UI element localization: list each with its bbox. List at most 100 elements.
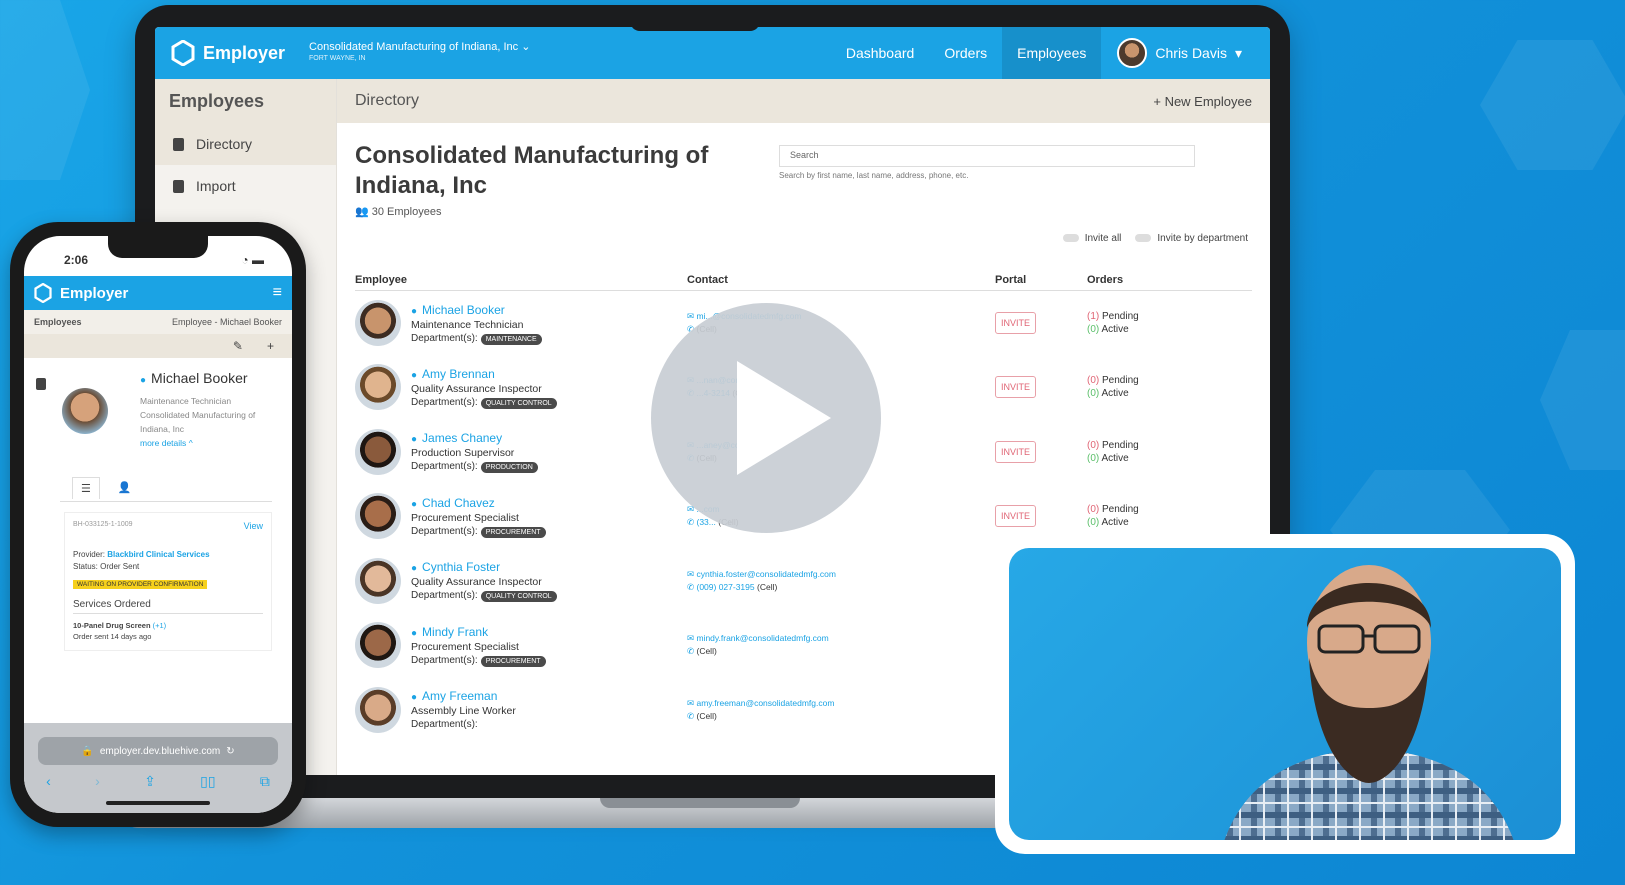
active-count[interactable]: (0) Active xyxy=(1087,323,1252,336)
top-navbar: Employer Consolidated Manufacturing of I… xyxy=(155,27,1270,79)
invite-button[interactable]: INVITE xyxy=(995,376,1037,399)
contact-info: ✉ cynthia.foster@consolidatedmfg.com ✆ (0… xyxy=(687,568,995,594)
new-employee-button[interactable]: + New Employee xyxy=(1153,94,1252,109)
bookmarks-icon[interactable]: ▯▯ xyxy=(200,773,215,790)
employee-name-link[interactable]: Amy Brennan xyxy=(411,367,557,381)
invite-by-department-label: Invite by department xyxy=(1157,233,1248,244)
pending-count[interactable]: (0) Pending xyxy=(1087,439,1252,452)
active-count[interactable]: (0) Active xyxy=(1087,516,1252,529)
employee-name-link[interactable]: Chad Chavez xyxy=(411,496,546,510)
forward-icon[interactable]: › xyxy=(95,773,100,790)
employee-dept: Department(s): PRODUCTION xyxy=(411,461,538,474)
employee-role: Production Supervisor xyxy=(411,447,515,460)
employee-name-link[interactable]: Amy Freeman xyxy=(411,689,516,703)
tab-list-icon[interactable]: ☰ xyxy=(72,476,100,499)
pending-count[interactable]: (0) Pending xyxy=(1087,503,1252,516)
pending-number: (0) xyxy=(1087,504,1100,516)
department-badge: PROCUREMENT xyxy=(480,655,546,667)
pending-count[interactable]: (1) Pending xyxy=(1087,310,1252,323)
app-logo[interactable]: Employer xyxy=(171,40,285,66)
dept-label: Department(s): xyxy=(411,332,478,344)
add-icon[interactable]: + xyxy=(267,339,274,353)
department-badge: PRODUCTION xyxy=(480,462,538,474)
sidebar-item-label: Directory xyxy=(196,136,253,152)
company-location: FORT WAYNE, IN xyxy=(309,55,366,62)
provider-name[interactable]: Blackbird Clinical Services xyxy=(107,550,209,559)
company-selector[interactable]: Consolidated Manufacturing of Indiana, I… xyxy=(309,41,530,65)
more-details-link[interactable]: more details ^ xyxy=(140,436,276,450)
active-label: Active xyxy=(1101,388,1129,400)
camera-notch xyxy=(630,5,760,31)
employee-name-link[interactable]: James Chaney xyxy=(411,431,538,445)
dept-label: Department(s): xyxy=(411,525,478,537)
invite-by-department-toggle[interactable]: Invite by department xyxy=(1135,233,1248,244)
pending-count[interactable]: (0) Pending xyxy=(1087,374,1252,387)
active-count[interactable]: (0) Active xyxy=(1087,452,1252,465)
email-text: amy.freeman@consolidatedmfg.com xyxy=(696,697,835,708)
tab-user-icon[interactable]: 👤 xyxy=(118,481,132,494)
employee-name-link[interactable]: Cynthia Foster xyxy=(411,560,557,574)
email-link[interactable]: ✉ cynthia.foster@consolidatedmfg.com xyxy=(687,568,995,581)
sidebar-item-directory[interactable]: Directory xyxy=(155,123,336,165)
order-counts: (0) Pending (0) Active xyxy=(1087,503,1252,529)
webcam-feed xyxy=(1009,548,1561,840)
employee-cell: James Chaney Production SupervisorDepartm… xyxy=(355,420,687,485)
breadcrumb-employees[interactable]: Employees xyxy=(34,317,82,327)
reload-icon[interactable]: ↻ xyxy=(226,746,234,757)
chevron-down-icon: ⌄ xyxy=(521,41,531,53)
order-sent-time: Order sent 14 days ago xyxy=(73,632,152,641)
invite-button[interactable]: INVITE xyxy=(995,312,1037,334)
order-counts: (0) Pending (0) Active xyxy=(1087,439,1252,465)
sidebar-item-import[interactable]: Import xyxy=(155,165,336,207)
phone-link[interactable]: ✆ (Cell) xyxy=(687,645,995,658)
employee-name-link[interactable]: Mindy Frank xyxy=(411,625,546,639)
search-input[interactable]: Search xyxy=(779,145,1195,167)
employee-cell: Cynthia Foster Quality Assurance Inspecto… xyxy=(355,549,687,614)
order-counts: (1) Pending (0) Active xyxy=(1087,310,1252,336)
hamburger-menu-icon[interactable]: ≡ xyxy=(273,284,282,302)
phone-link[interactable]: ✆ (Cell) xyxy=(687,710,995,723)
caret-down-icon: ▾ xyxy=(1234,44,1242,61)
invite-all-label: Invite all xyxy=(1084,233,1122,244)
employee-name-link[interactable]: Michael Booker xyxy=(411,303,542,317)
main-nav: Dashboard Orders Employees Chris Davis ▾ xyxy=(831,27,1254,79)
phone-app-name: Employer xyxy=(60,284,129,302)
sidebar-title: Employees xyxy=(155,79,336,123)
email-link[interactable]: ✉ mindy.frank@consolidatedmfg.com xyxy=(687,632,995,645)
active-number: (0) xyxy=(1087,388,1100,400)
department-badge: QUALITY CONTROL xyxy=(480,397,557,409)
nav-dashboard[interactable]: Dashboard xyxy=(831,27,930,79)
tabs-icon[interactable]: ⧉ xyxy=(260,773,270,790)
employee-text: Cynthia Foster Quality Assurance Inspecto… xyxy=(411,560,557,603)
home-indicator xyxy=(106,801,210,805)
col-employee: Employee xyxy=(355,270,687,291)
play-button[interactable] xyxy=(651,303,881,533)
orders-cell: (1) Pending (0) Active xyxy=(1087,291,1252,356)
profile-card: Michael Booker Maintenance Technician Co… xyxy=(24,358,292,468)
nav-employees[interactable]: Employees xyxy=(1002,27,1102,79)
phone-link[interactable]: ✆ (009) 027-3195 (Cell) xyxy=(687,581,995,594)
share-icon[interactable]: ⇪ xyxy=(144,773,156,790)
avatar xyxy=(355,428,401,475)
nav-orders[interactable]: Orders xyxy=(929,27,1002,79)
email-link[interactable]: ✉ amy.freeman@consolidatedmfg.com xyxy=(687,697,995,710)
edit-icon[interactable]: ✎ xyxy=(233,339,243,353)
lock-icon: 🔒 xyxy=(81,745,94,757)
active-count[interactable]: (0) Active xyxy=(1087,387,1252,400)
avatar xyxy=(355,364,401,411)
invite-all-toggle[interactable]: Invite all xyxy=(1062,233,1122,244)
invite-button[interactable]: INVITE xyxy=(995,505,1037,528)
back-icon[interactable]: ‹ xyxy=(46,773,51,790)
url-bar[interactable]: 🔒 employer.dev.bluehive.com ↻ xyxy=(38,737,278,765)
contact-cell: ✉ amy.freeman@consolidatedmfg.com ✆ (Cell… xyxy=(687,678,995,743)
employee-info: Amy Freeman Assembly Line WorkerDepartmen… xyxy=(355,686,687,733)
toggle-switch xyxy=(1062,234,1079,243)
col-orders: Orders xyxy=(1087,270,1252,291)
user-menu[interactable]: Chris Davis ▾ xyxy=(1101,38,1254,68)
table-header-row: Employee Contact Portal Orders xyxy=(355,270,1252,291)
invite-button[interactable]: INVITE xyxy=(995,440,1037,463)
view-link[interactable]: View xyxy=(244,521,263,531)
phone-screen: 2:06 ◔ ▬ Employer ≡ Employees Employee -… xyxy=(24,236,292,813)
employee-dept: Department(s): PROCUREMENT xyxy=(411,655,546,667)
cell-label: (Cell) xyxy=(696,710,717,721)
